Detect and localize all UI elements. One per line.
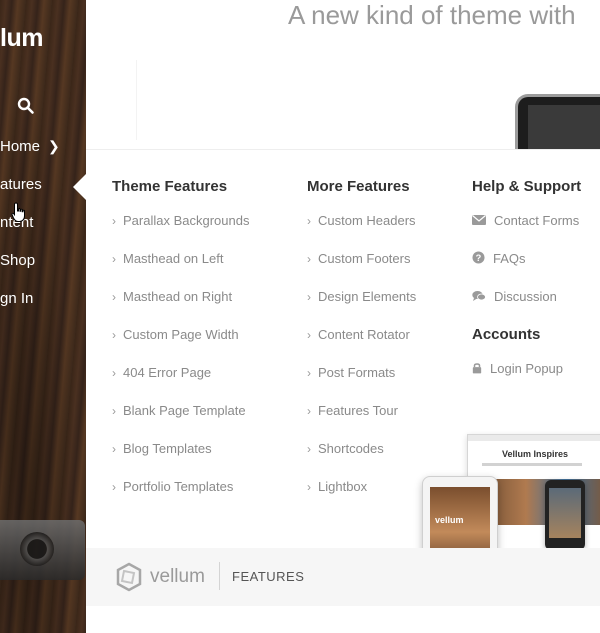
menu-link-label: Features Tour bbox=[318, 403, 398, 418]
chevron-right-icon: › bbox=[307, 328, 311, 342]
chevron-right-icon: › bbox=[307, 290, 311, 304]
chevron-right-icon: › bbox=[307, 480, 311, 494]
menu-link-label: Masthead on Left bbox=[123, 251, 224, 266]
menu-link[interactable]: › Blank Page Template bbox=[112, 403, 246, 418]
chevron-right-icon: › bbox=[112, 328, 116, 342]
hero-section: A new kind of theme with bbox=[86, 0, 600, 150]
browser-bar bbox=[468, 435, 600, 441]
menu-link-label: Blog Templates bbox=[123, 441, 212, 456]
nav-item-home[interactable]: Home ❯ bbox=[0, 138, 60, 155]
accounts-heading: Accounts bbox=[472, 326, 541, 343]
menu-link[interactable]: › Masthead on Left bbox=[112, 251, 223, 266]
mockup-title: Vellum Inspires bbox=[502, 449, 569, 459]
chevron-right-icon: › bbox=[307, 214, 311, 228]
features-mega-menu: Theme Features › Parallax Backgrounds › Ma… bbox=[86, 149, 600, 606]
phone-mockup-image bbox=[545, 480, 585, 550]
device-image bbox=[518, 97, 600, 150]
features-section-label: FEATURES bbox=[232, 569, 305, 584]
menu-link-label: Design Elements bbox=[318, 289, 417, 304]
menu-link[interactable]: › Custom Footers bbox=[307, 251, 410, 266]
chevron-right-icon: › bbox=[112, 252, 116, 266]
help-support-heading: Help & Support bbox=[472, 178, 582, 195]
chevron-right-icon: › bbox=[112, 366, 116, 380]
chevron-right-icon: › bbox=[112, 442, 116, 456]
tablet-logo: vellum bbox=[435, 515, 464, 525]
menu-link-label: Login Popup bbox=[490, 361, 564, 376]
svg-text:?: ? bbox=[476, 253, 482, 263]
question-circle-icon: ? bbox=[472, 251, 485, 264]
menu-link[interactable]: › Portfolio Templates bbox=[112, 479, 233, 494]
chevron-right-icon: › bbox=[112, 290, 116, 304]
chevron-right-icon: › bbox=[307, 252, 311, 266]
menu-link[interactable]: › Design Elements bbox=[307, 289, 416, 304]
envelope-icon bbox=[472, 215, 486, 225]
menu-link-label: Parallax Backgrounds bbox=[123, 213, 250, 228]
chevron-right-icon: › bbox=[307, 366, 311, 380]
nav-item-sign-in[interactable]: gn In bbox=[0, 290, 33, 307]
nav-item-shop[interactable]: Shop bbox=[0, 252, 35, 269]
menu-link[interactable]: › Features Tour bbox=[307, 403, 398, 418]
mockup-subtitle-line bbox=[482, 463, 582, 466]
nav-item-features[interactable]: atures bbox=[0, 176, 42, 193]
menu-link[interactable]: › Post Formats bbox=[307, 365, 395, 380]
menu-link-label: 404 Error Page bbox=[123, 365, 212, 380]
hero-headline: A new kind of theme with bbox=[288, 0, 576, 30]
lock-icon bbox=[472, 363, 482, 374]
menu-link-label: Blank Page Template bbox=[123, 403, 246, 418]
divider bbox=[136, 60, 137, 140]
chevron-right-icon: › bbox=[307, 442, 311, 456]
chevron-right-icon: ❯ bbox=[48, 138, 60, 154]
menu-link-label: Discussion bbox=[494, 289, 557, 304]
menu-link-label: Portfolio Templates bbox=[123, 479, 234, 494]
comments-icon bbox=[472, 291, 486, 301]
menu-link-login-popup[interactable]: Login Popup bbox=[472, 361, 563, 376]
chevron-right-icon: › bbox=[307, 404, 311, 418]
menu-link[interactable]: › Content Rotator bbox=[307, 327, 410, 342]
menu-link[interactable]: › Custom Page Width bbox=[112, 327, 239, 342]
menu-link-label: Masthead on Right bbox=[123, 289, 233, 304]
menu-link-label: Shortcodes bbox=[318, 441, 384, 456]
theme-features-heading: Theme Features bbox=[112, 178, 228, 195]
chevron-right-icon: › bbox=[112, 214, 116, 228]
chevron-right-icon: › bbox=[112, 404, 116, 418]
menu-footer: vellum FEATURES bbox=[86, 548, 600, 606]
vellum-logo-icon bbox=[116, 562, 142, 592]
hand-cursor-icon bbox=[11, 202, 25, 222]
masthead: lum Home ❯ atures ntent Shop gn In bbox=[0, 0, 86, 633]
camera-photo bbox=[0, 520, 85, 580]
nav-label: Home bbox=[0, 138, 41, 155]
menu-link-label: Custom Headers bbox=[318, 213, 416, 228]
menu-link-contact-forms[interactable]: Contact Forms bbox=[472, 213, 579, 228]
more-features-heading: More Features bbox=[307, 178, 410, 195]
site-logo[interactable]: lum bbox=[0, 24, 43, 53]
search-icon[interactable] bbox=[17, 97, 35, 115]
menu-link-faqs[interactable]: ? FAQs bbox=[472, 251, 526, 266]
menu-link-discussion[interactable]: Discussion bbox=[472, 289, 557, 304]
menu-link[interactable]: › Shortcodes bbox=[307, 441, 384, 456]
menu-link[interactable]: › Blog Templates bbox=[112, 441, 212, 456]
menu-link[interactable]: › Masthead on Right bbox=[112, 289, 232, 304]
menu-link-label: Post Formats bbox=[318, 365, 396, 380]
menu-link-label: Lightbox bbox=[318, 479, 368, 494]
brand-name[interactable]: vellum bbox=[150, 566, 205, 588]
menu-link[interactable]: › Custom Headers bbox=[307, 213, 416, 228]
menu-link-label: Contact Forms bbox=[494, 213, 580, 228]
menu-link-label: Custom Footers bbox=[318, 251, 411, 266]
menu-link-label: FAQs bbox=[493, 251, 526, 266]
menu-link[interactable]: › 404 Error Page bbox=[112, 365, 211, 380]
menu-pointer bbox=[73, 174, 86, 200]
chevron-right-icon: › bbox=[112, 480, 116, 494]
menu-link[interactable]: › Parallax Backgrounds bbox=[112, 213, 249, 228]
divider bbox=[219, 562, 220, 590]
menu-link[interactable]: › Lightbox bbox=[307, 479, 367, 494]
menu-link-label: Content Rotator bbox=[318, 327, 410, 342]
menu-link-label: Custom Page Width bbox=[123, 327, 239, 342]
